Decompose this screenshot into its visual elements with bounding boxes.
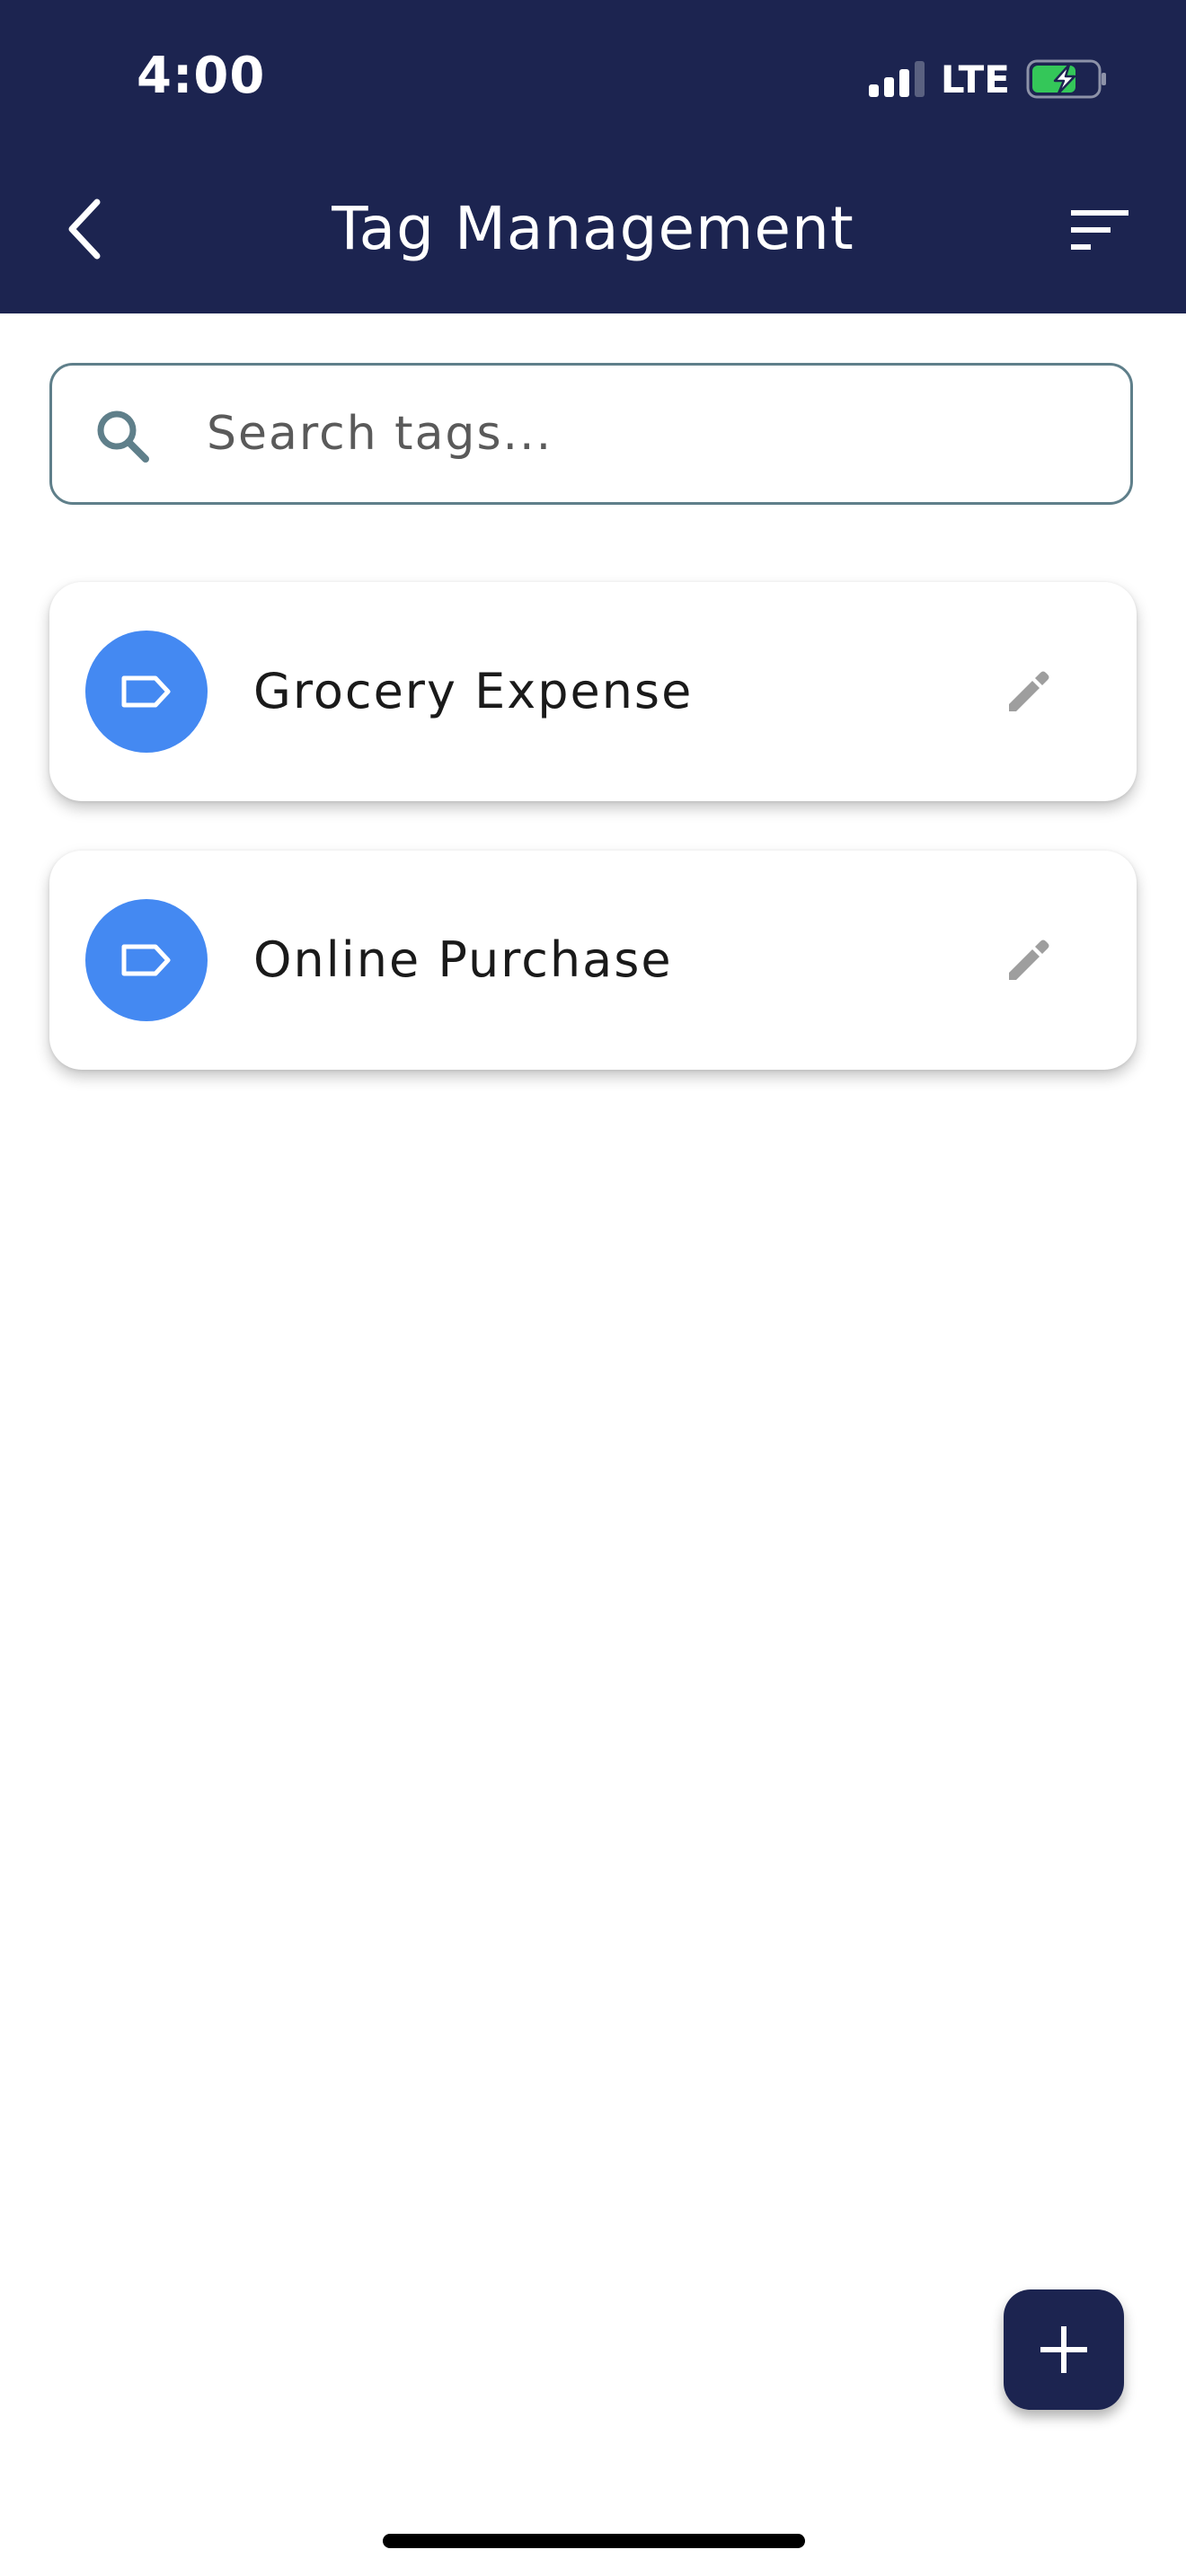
- network-type: LTE: [940, 57, 1010, 101]
- sort-button[interactable]: [1060, 190, 1141, 271]
- pencil-icon: [1009, 671, 1049, 711]
- search-icon: [97, 410, 149, 463]
- pencil-icon: [1009, 940, 1049, 980]
- battery-charging-icon: [1026, 59, 1106, 99]
- app-header: 4:00 LTE Tag Management: [0, 0, 1186, 313]
- search-bar[interactable]: [49, 363, 1133, 505]
- tag-icon: [121, 675, 171, 708]
- status-icons: LTE: [868, 54, 1109, 104]
- tag-icon: [121, 944, 171, 976]
- sort-icon: [1071, 210, 1128, 250]
- edit-tag-button[interactable]: [993, 656, 1065, 728]
- edit-tag-button[interactable]: [993, 924, 1065, 996]
- add-tag-button[interactable]: [1004, 2289, 1124, 2410]
- plus-icon: [1040, 2326, 1087, 2373]
- status-time: 4:00: [137, 47, 266, 105]
- tag-card-online-purchase[interactable]: Online Purchase: [49, 851, 1137, 1070]
- tag-avatar: [85, 899, 208, 1021]
- tag-avatar: [85, 631, 208, 753]
- tag-name: Grocery Expense: [253, 663, 694, 719]
- page-title: Tag Management: [332, 194, 854, 263]
- search-input[interactable]: [207, 393, 1096, 475]
- tag-name: Online Purchase: [253, 931, 673, 988]
- tag-card-grocery-expense[interactable]: Grocery Expense: [49, 582, 1137, 801]
- signal-icon: [868, 61, 925, 97]
- home-indicator: [383, 2534, 805, 2548]
